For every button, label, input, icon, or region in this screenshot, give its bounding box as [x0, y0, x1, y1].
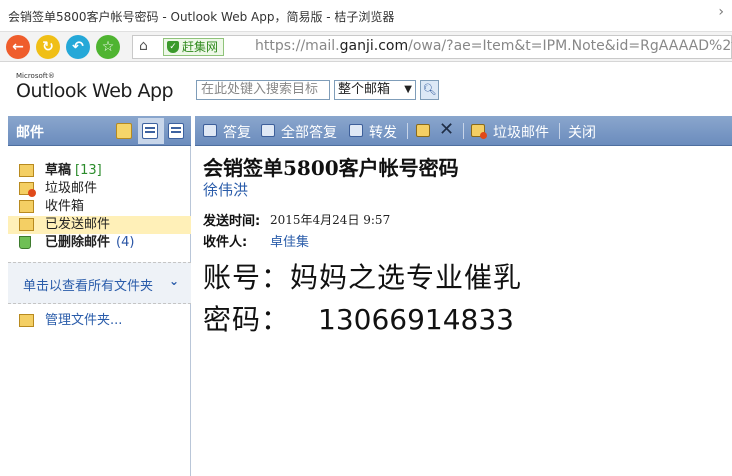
- reload-button[interactable]: ↻: [36, 35, 60, 59]
- message-subject: 会销签单5800客户帐号密码: [203, 156, 459, 180]
- reply-button[interactable]: 答复: [223, 122, 251, 142]
- search-button[interactable]: 🔍︎: [420, 80, 439, 100]
- mail-nav-header: 邮件: [8, 116, 191, 146]
- recipient-value[interactable]: 卓佳集: [270, 231, 309, 250]
- shield-icon: ✓: [167, 41, 179, 53]
- home-icon[interactable]: ⌂: [139, 38, 148, 54]
- folder-junk[interactable]: 垃圾邮件: [8, 180, 191, 198]
- folder-icon: [19, 314, 34, 327]
- forward-icon: [349, 124, 363, 137]
- favorite-star-button[interactable]: ☆: [96, 35, 120, 59]
- reply-all-button[interactable]: 全部答复: [281, 122, 337, 142]
- folder-count: (4): [116, 235, 135, 250]
- message-body-line-password: 密码： 13066914833: [203, 303, 514, 336]
- sent-time-label: 发送时间:: [203, 214, 261, 229]
- toolbar-separator: [559, 123, 560, 139]
- logo-microsoft: Microsoft®: [16, 72, 55, 80]
- manage-folders-link[interactable]: 管理文件夹...: [8, 312, 191, 330]
- delete-icon[interactable]: ✕: [439, 119, 454, 140]
- browser-toolbar: ← ↻ ↶ ☆ ⌂ ✓ 赶集网 https://mail.ganji.com/o…: [0, 32, 732, 62]
- window-title: 会销签单5800客户帐号密码 - Outlook Web App，简易版 - 桔…: [8, 10, 395, 24]
- all-folders-link[interactable]: 单击以查看所有文件夹 ⌄: [8, 262, 191, 304]
- contacts-icon[interactable]: [168, 123, 184, 139]
- search-scope-select[interactable]: 整个邮箱 ▼: [334, 80, 416, 100]
- logo-text: Outlook Web App: [16, 80, 174, 102]
- sent-folder-icon: [19, 218, 34, 231]
- junk-button[interactable]: 垃圾邮件: [493, 122, 549, 142]
- junk-folder-icon: [19, 182, 36, 197]
- url-text[interactable]: https://mail.ganji.com/owa/?ae=Item&t=IP…: [255, 38, 732, 54]
- folder-drafts[interactable]: 草稿 [13]: [8, 162, 191, 180]
- inbox-folder-icon: [19, 200, 34, 213]
- toolbar-separator: [407, 123, 408, 139]
- back-button[interactable]: ←: [6, 35, 30, 59]
- forward-button[interactable]: 转发: [369, 122, 397, 142]
- folder-sent[interactable]: 已发送邮件: [8, 216, 191, 234]
- reply-all-icon: [261, 124, 275, 137]
- password-value: 13066914833: [318, 303, 514, 336]
- security-badge-label: 赶集网: [182, 40, 219, 54]
- trash-icon: [19, 236, 31, 249]
- folder-deleted[interactable]: 已删除邮件 (4): [8, 234, 191, 252]
- manage-folders-label: 管理文件夹...: [45, 313, 123, 328]
- folder-inbox[interactable]: 收件箱: [8, 198, 191, 216]
- mail-icon[interactable]: [116, 123, 132, 139]
- reply-icon: [203, 124, 217, 137]
- message-body-line-account: 账号：妈妈之选专业催乳: [203, 261, 523, 294]
- message-toolbar: 答复 全部答复 转发 ✕ 垃圾邮件 关闭: [195, 116, 732, 146]
- message-sender[interactable]: 徐伟洪: [203, 179, 248, 200]
- browser-title-bar: 会销签单5800客户帐号密码 - Outlook Web App，简易版 - 桔…: [0, 0, 732, 32]
- search-scope-value: 整个邮箱: [338, 82, 391, 97]
- recipient-label: 收件人:: [203, 235, 248, 250]
- all-folders-label: 单击以查看所有文件夹: [23, 279, 154, 294]
- folder-count: [13]: [75, 163, 102, 178]
- move-to-folder-icon[interactable]: [416, 124, 430, 137]
- close-button[interactable]: 关闭: [568, 122, 596, 142]
- security-badge[interactable]: ✓ 赶集网: [163, 38, 225, 56]
- draft-folder-icon: [19, 164, 34, 177]
- mail-nav-title: 邮件: [16, 125, 44, 141]
- chevron-down-icon: ▼: [404, 84, 412, 95]
- calendar-icon[interactable]: [142, 123, 158, 139]
- sent-time-value: 2015年4月24日 9:57: [270, 213, 391, 227]
- junk-icon: [471, 124, 487, 139]
- double-chevron-down-icon: ⌄: [169, 274, 180, 288]
- owa-logo: Microsoft® Outlook Web App: [16, 72, 174, 102]
- chevron-right-icon[interactable]: ›: [718, 4, 724, 20]
- folder-pane: 草稿 [13] 垃圾邮件 收件箱 已发送邮件 已删除邮件 (4) 单击以查看所有文件…: [8, 146, 191, 476]
- search-icon: 🔍︎: [422, 83, 437, 96]
- search-input[interactable]: 在此处键入搜索目标: [196, 80, 330, 100]
- toolbar-separator: [463, 123, 464, 139]
- undo-button[interactable]: ↶: [66, 35, 90, 59]
- address-bar[interactable]: ⌂ ✓ 赶集网 https://mail.ganji.com/owa/?ae=I…: [132, 35, 732, 59]
